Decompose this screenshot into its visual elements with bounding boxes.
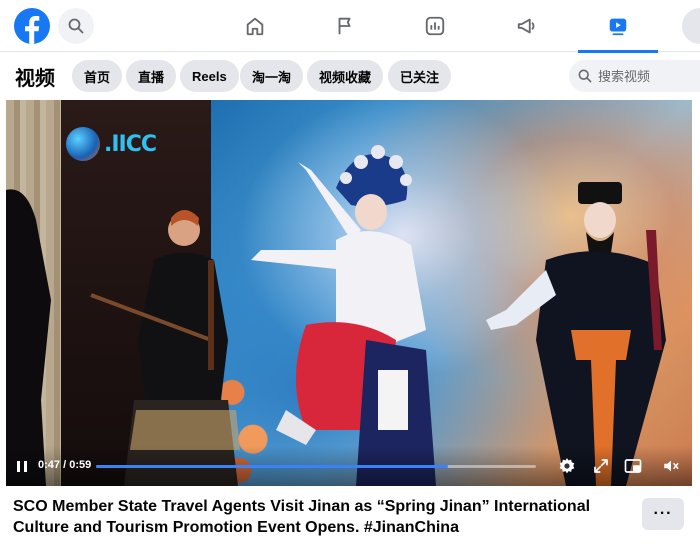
flag-icon bbox=[338, 17, 351, 35]
chip-reels[interactable]: Reels bbox=[180, 60, 239, 92]
top-navigation-bar bbox=[0, 0, 700, 53]
pause-icon bbox=[17, 460, 20, 472]
chip-explore[interactable]: 淘一淘 bbox=[240, 60, 304, 92]
video-play-icon bbox=[609, 18, 627, 36]
pip-icon bbox=[624, 459, 642, 473]
tab-ads[interactable] bbox=[487, 0, 567, 52]
search-videos-field[interactable] bbox=[569, 60, 700, 92]
chip-saved-videos[interactable]: 视频收藏 bbox=[307, 60, 384, 92]
video-header: 视频 首页 直播 Reels 淘一淘 视频收藏 已关注 bbox=[0, 53, 700, 99]
pause-button[interactable] bbox=[14, 458, 30, 474]
post-caption: SCO Member State Travel Agents Visit Jin… bbox=[13, 498, 591, 536]
tab-home[interactable] bbox=[215, 0, 295, 52]
fullscreen-button[interactable] bbox=[590, 455, 612, 477]
home-icon bbox=[246, 17, 264, 36]
search-icon bbox=[68, 18, 84, 34]
speaker-muted-icon bbox=[664, 460, 679, 472]
video-frame: .IICC bbox=[6, 100, 692, 486]
settings-button[interactable] bbox=[556, 455, 578, 477]
search-icon bbox=[578, 69, 592, 83]
progress-fill bbox=[96, 465, 448, 468]
tab-video[interactable] bbox=[578, 0, 658, 53]
megaphone-icon bbox=[517, 18, 535, 34]
time-separator: / bbox=[63, 459, 67, 471]
progress-bar[interactable] bbox=[96, 465, 536, 468]
more-options-button[interactable]: ··· bbox=[642, 498, 684, 530]
mute-button[interactable] bbox=[660, 455, 682, 477]
expand-icon bbox=[594, 459, 608, 473]
iicc-watermark-logo: .IICC bbox=[66, 127, 157, 161]
gear-icon bbox=[559, 458, 575, 474]
current-time: 0:47 bbox=[38, 459, 61, 471]
page-title: 视频 bbox=[15, 68, 55, 90]
tab-dashboard[interactable] bbox=[395, 0, 475, 52]
chart-icon bbox=[425, 16, 445, 36]
picture-in-picture-button[interactable] bbox=[622, 455, 644, 477]
search-videos-input[interactable] bbox=[598, 68, 698, 84]
video-controls: 0:47 / 0:59 bbox=[6, 446, 692, 486]
duration: 0:59 bbox=[69, 459, 92, 471]
chip-home[interactable]: 首页 bbox=[72, 60, 123, 92]
facebook-logo[interactable] bbox=[14, 8, 50, 44]
chip-live[interactable]: 直播 bbox=[126, 60, 177, 92]
video-player[interactable]: .IICC 0:47 / 0:59 bbox=[6, 100, 692, 486]
search-button[interactable] bbox=[58, 8, 94, 44]
globe-icon bbox=[66, 127, 100, 161]
video-time: 0:47 / 0:59 bbox=[38, 459, 91, 471]
account-avatar[interactable] bbox=[682, 8, 700, 44]
tab-pages[interactable] bbox=[305, 0, 385, 52]
chip-following[interactable]: 已关注 bbox=[388, 60, 452, 92]
